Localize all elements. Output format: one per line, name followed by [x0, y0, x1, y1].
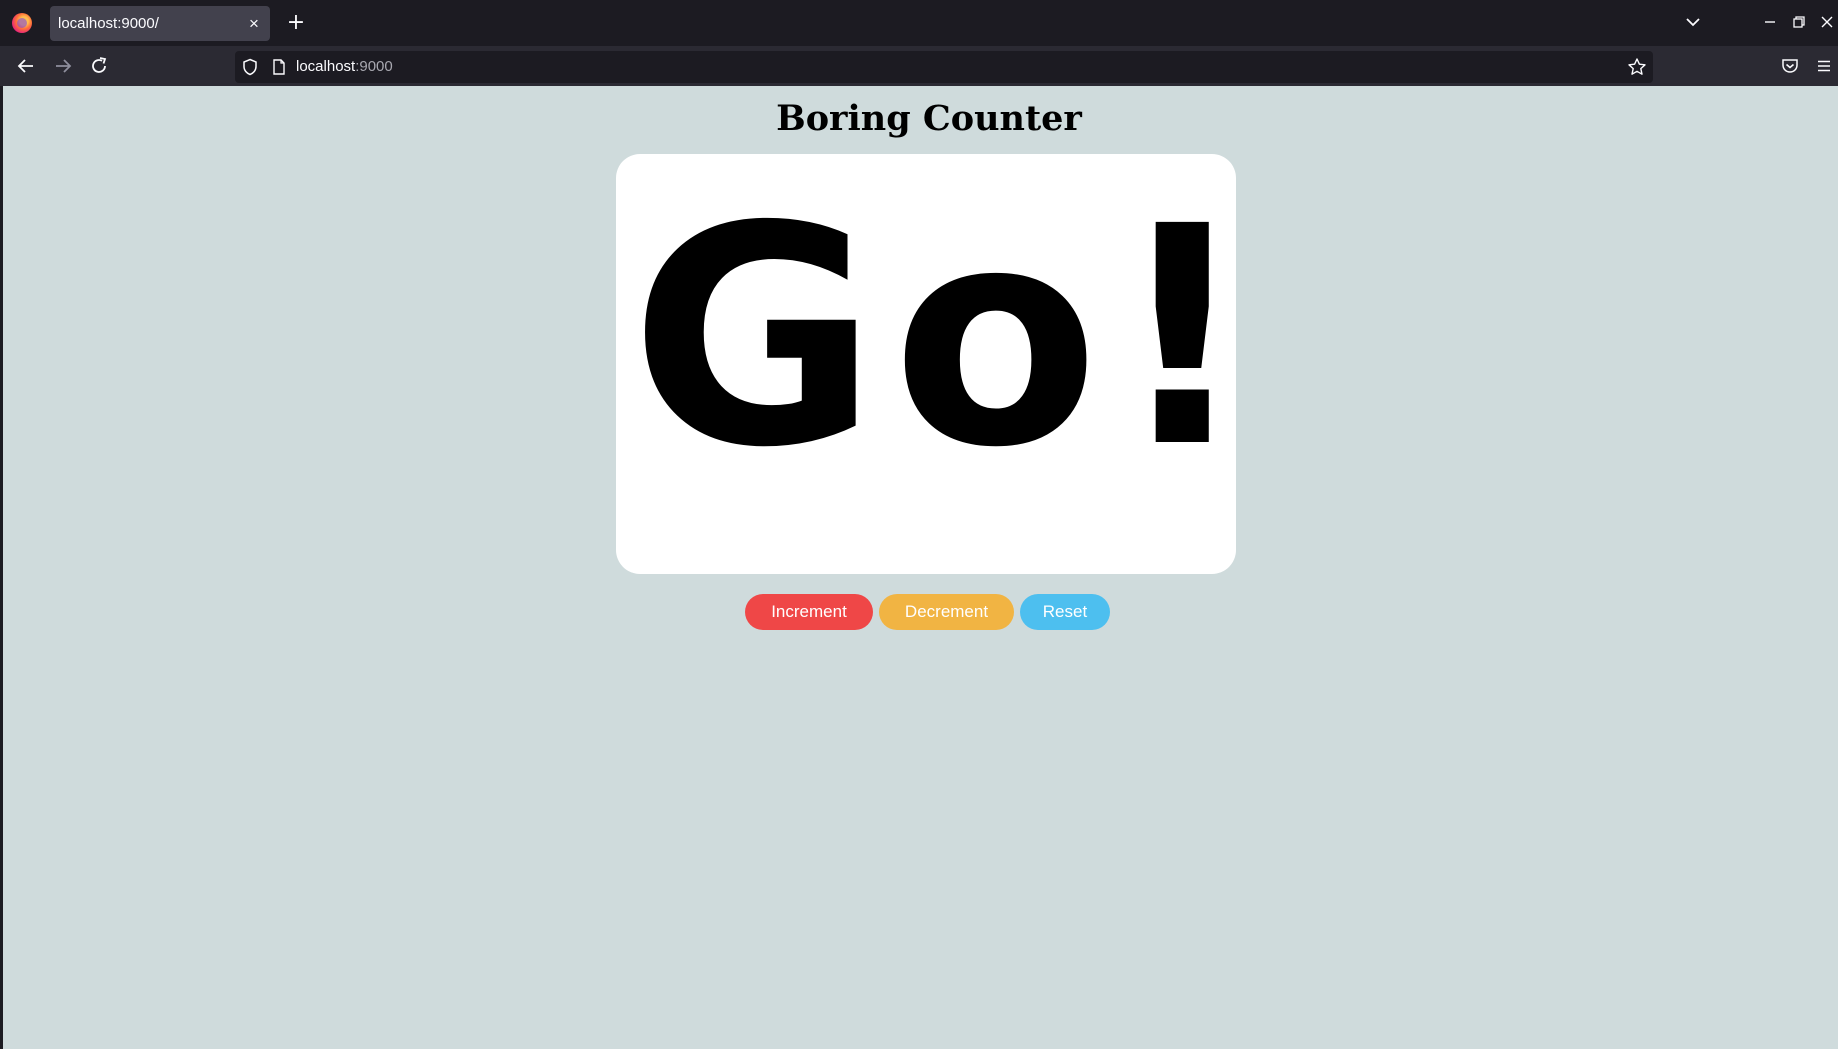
shield-icon[interactable] — [241, 58, 259, 76]
arrow-left-icon[interactable] — [15, 55, 37, 77]
pocket-icon[interactable] — [1779, 55, 1801, 77]
tab-active[interactable]: localhost:9000/ × — [50, 6, 270, 41]
page-title: Boring Counter — [776, 98, 1082, 139]
tab-title: localhost:9000/ — [58, 15, 159, 32]
decrement-button[interactable]: Decrement — [879, 594, 1014, 630]
url-text[interactable]: localhost:9000 — [296, 51, 393, 83]
chevron-down-icon[interactable] — [1683, 12, 1703, 32]
new-tab-button[interactable]: + — [284, 9, 308, 37]
tab-bar: localhost:9000/ × + — [0, 0, 1838, 46]
page-icon[interactable] — [270, 58, 288, 76]
counter-display-card: Go! — [616, 154, 1236, 574]
firefox-logo-icon — [12, 13, 32, 33]
star-icon[interactable] — [1627, 57, 1647, 77]
reset-button[interactable]: Reset — [1020, 594, 1110, 630]
url-port: :9000 — [355, 58, 393, 75]
hamburger-menu-icon[interactable] — [1813, 55, 1835, 77]
tab-close-icon[interactable]: × — [246, 6, 262, 41]
restore-icon[interactable] — [1788, 11, 1810, 33]
minimize-icon[interactable] — [1759, 11, 1781, 33]
close-icon[interactable] — [1816, 11, 1838, 33]
url-bar[interactable]: localhost:9000 — [235, 51, 1653, 83]
url-host: localhost — [296, 58, 356, 75]
increment-button[interactable]: Increment — [745, 594, 873, 630]
button-group: Increment Decrement Reset — [745, 594, 1110, 630]
page-viewport: Boring Counter Go! Increment Decrement R… — [3, 86, 1838, 1049]
reload-icon[interactable] — [88, 55, 110, 77]
navigation-toolbar: localhost:9000 — [0, 46, 1838, 86]
counter-display: Go! — [630, 163, 1236, 514]
arrow-right-icon[interactable] — [52, 55, 74, 77]
